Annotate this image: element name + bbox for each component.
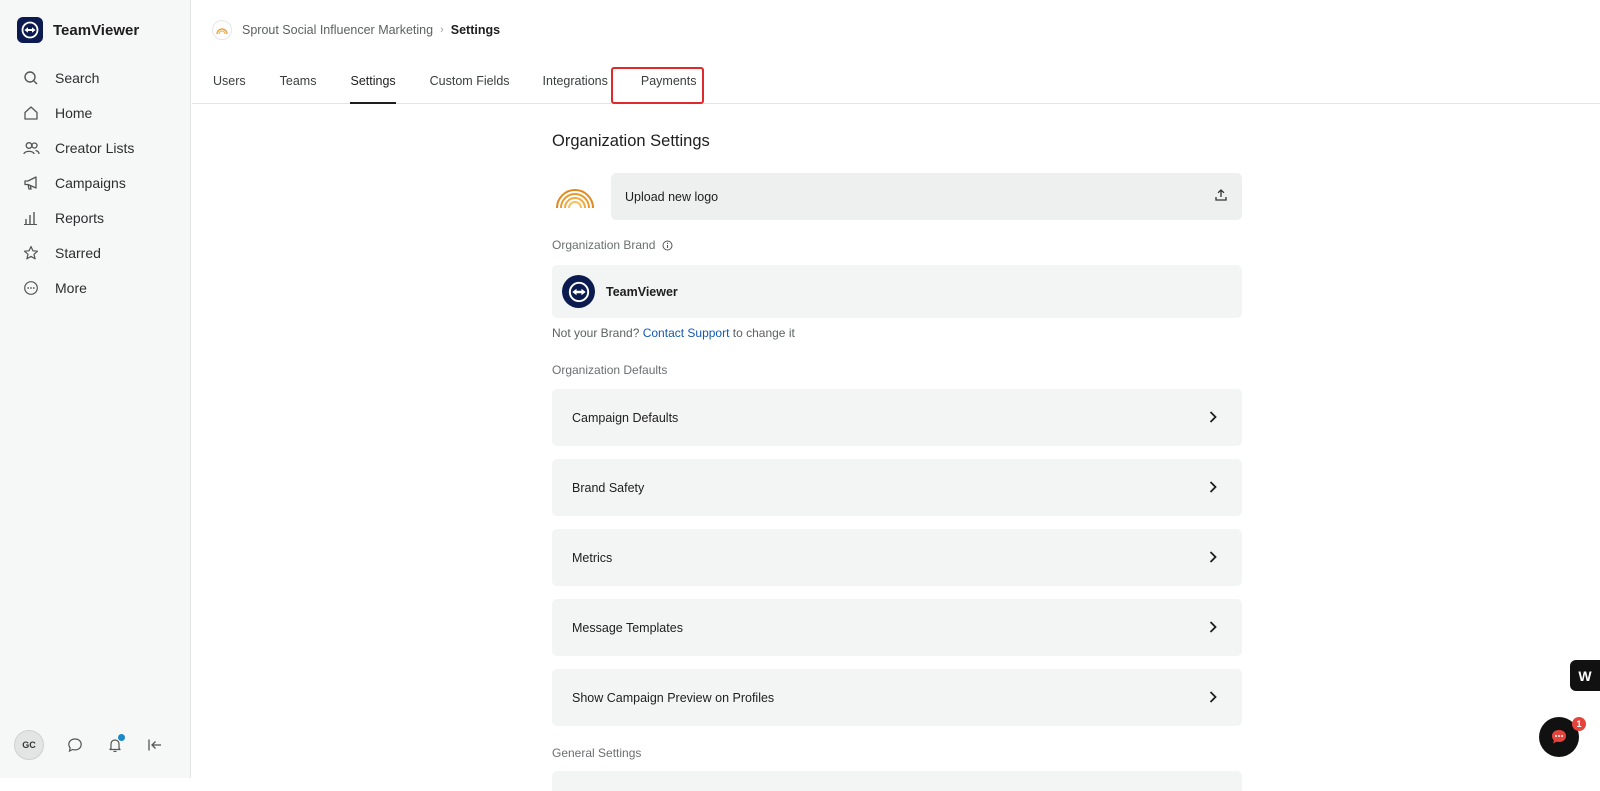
campaign-preview-row[interactable]: Show Campaign Preview on Profiles: [552, 669, 1242, 726]
tab-users[interactable]: Users: [213, 64, 246, 103]
sidebar-item-label: Home: [55, 104, 93, 121]
brand-section-label: Organization Brand: [552, 238, 673, 252]
tab-settings[interactable]: Settings: [350, 64, 396, 104]
notification-dot: [118, 734, 125, 741]
chevron-right-icon: [1208, 480, 1218, 499]
app-name: TeamViewer: [53, 21, 140, 39]
sidebar-item-home[interactable]: Home: [0, 95, 190, 130]
defaults-section-label: Organization Defaults: [552, 363, 668, 377]
sidebar-item-reports[interactable]: Reports: [0, 200, 190, 235]
chat-icon[interactable]: [66, 736, 84, 754]
general-section-label: General Settings: [552, 746, 642, 760]
brand-section-label-text: Organization Brand: [552, 238, 656, 252]
sidebar-item-label: Starred: [55, 244, 101, 261]
teamviewer-logo-icon: [17, 17, 43, 43]
tab-payments[interactable]: Payments: [641, 64, 697, 103]
message-templates-row[interactable]: Message Templates: [552, 599, 1242, 656]
upload-icon: [1214, 188, 1228, 207]
chevron-right-icon: [1208, 620, 1218, 639]
top-bar: Sprout Social Influencer Marketing › Set…: [192, 0, 1600, 104]
w-widget-button[interactable]: W: [1570, 660, 1600, 691]
search-icon: [22, 69, 40, 87]
chevron-right-icon: [1208, 550, 1218, 569]
brand-note: Not your Brand? Contact Support to chang…: [552, 326, 795, 340]
sidebar-item-label: Creator Lists: [55, 139, 135, 156]
org-logo: [552, 173, 598, 219]
breadcrumb-current: Settings: [450, 23, 501, 37]
sidebar-item-campaigns[interactable]: Campaigns: [0, 165, 190, 200]
tab-teams[interactable]: Teams: [280, 64, 317, 103]
sidebar-item-label: Search: [55, 69, 100, 86]
sidebar-item-label: More: [55, 279, 87, 296]
sidebar-nav: Search Home Creator Lists Campaigns Repo…: [0, 60, 190, 305]
megaphone-icon: [22, 174, 40, 192]
chevron-right-icon: [1208, 410, 1218, 429]
upload-logo-button[interactable]: Upload new logo: [611, 173, 1242, 220]
sidebar-item-more[interactable]: More: [0, 270, 190, 305]
teamviewer-brand-logo-icon: [562, 275, 595, 308]
sidebar-item-search[interactable]: Search: [0, 60, 190, 95]
brand-card: TeamViewer: [552, 265, 1242, 318]
bar-chart-icon: [22, 209, 40, 227]
sidebar-item-creator-lists[interactable]: Creator Lists: [0, 130, 190, 165]
row-label: Campaign Defaults: [572, 410, 679, 425]
sidebar: TeamViewer Search Home Creator Lists Cam…: [0, 0, 191, 778]
brand-safety-row[interactable]: Brand Safety: [552, 459, 1242, 516]
settings-tabs: Users Teams Settings Custom Fields Integ…: [192, 64, 697, 104]
org-logo-icon: [212, 20, 232, 40]
brand-note-prefix: Not your Brand?: [552, 326, 643, 340]
brand-name: TeamViewer: [606, 284, 678, 299]
breadcrumb: Sprout Social Influencer Marketing › Set…: [212, 20, 500, 40]
sidebar-item-label: Campaigns: [55, 174, 126, 191]
sidebar-item-label: Reports: [55, 209, 105, 226]
row-label: Brand Safety: [572, 480, 645, 495]
star-icon: [22, 244, 40, 262]
app-brand[interactable]: TeamViewer: [17, 17, 139, 43]
contact-support-link[interactable]: Contact Support: [643, 326, 730, 340]
upload-logo-label: Upload new logo: [625, 189, 719, 204]
avatar[interactable]: GC: [14, 730, 44, 760]
collapse-sidebar-icon[interactable]: [146, 736, 164, 754]
sidebar-item-starred[interactable]: Starred: [0, 235, 190, 270]
brand-note-suffix: to change it: [729, 326, 795, 340]
users-icon: [22, 139, 40, 157]
campaign-defaults-row[interactable]: Campaign Defaults: [552, 389, 1242, 446]
page-title: Organization Settings: [552, 132, 710, 150]
chevron-right-icon: [1208, 690, 1218, 709]
chat-bubble-icon: [1552, 730, 1566, 744]
row-label: Message Templates: [572, 620, 683, 635]
row-label: Show Campaign Preview on Profiles: [572, 690, 775, 705]
more-icon: [22, 279, 40, 297]
tab-integrations[interactable]: Integrations: [543, 64, 608, 103]
breadcrumb-separator: ›: [440, 24, 444, 36]
bell-icon[interactable]: [106, 734, 125, 754]
general-settings-row[interactable]: [552, 771, 1242, 791]
logo-row: Upload new logo: [552, 173, 1242, 220]
breadcrumb-org[interactable]: Sprout Social Influencer Marketing: [242, 23, 433, 37]
row-label: Metrics: [572, 550, 613, 565]
tab-custom-fields[interactable]: Custom Fields: [430, 64, 510, 103]
metrics-row[interactable]: Metrics: [552, 529, 1242, 586]
info-icon[interactable]: [662, 240, 673, 251]
sidebar-footer: GC: [14, 730, 164, 760]
home-icon: [22, 104, 40, 122]
chat-unread-count: 1: [1572, 717, 1586, 731]
